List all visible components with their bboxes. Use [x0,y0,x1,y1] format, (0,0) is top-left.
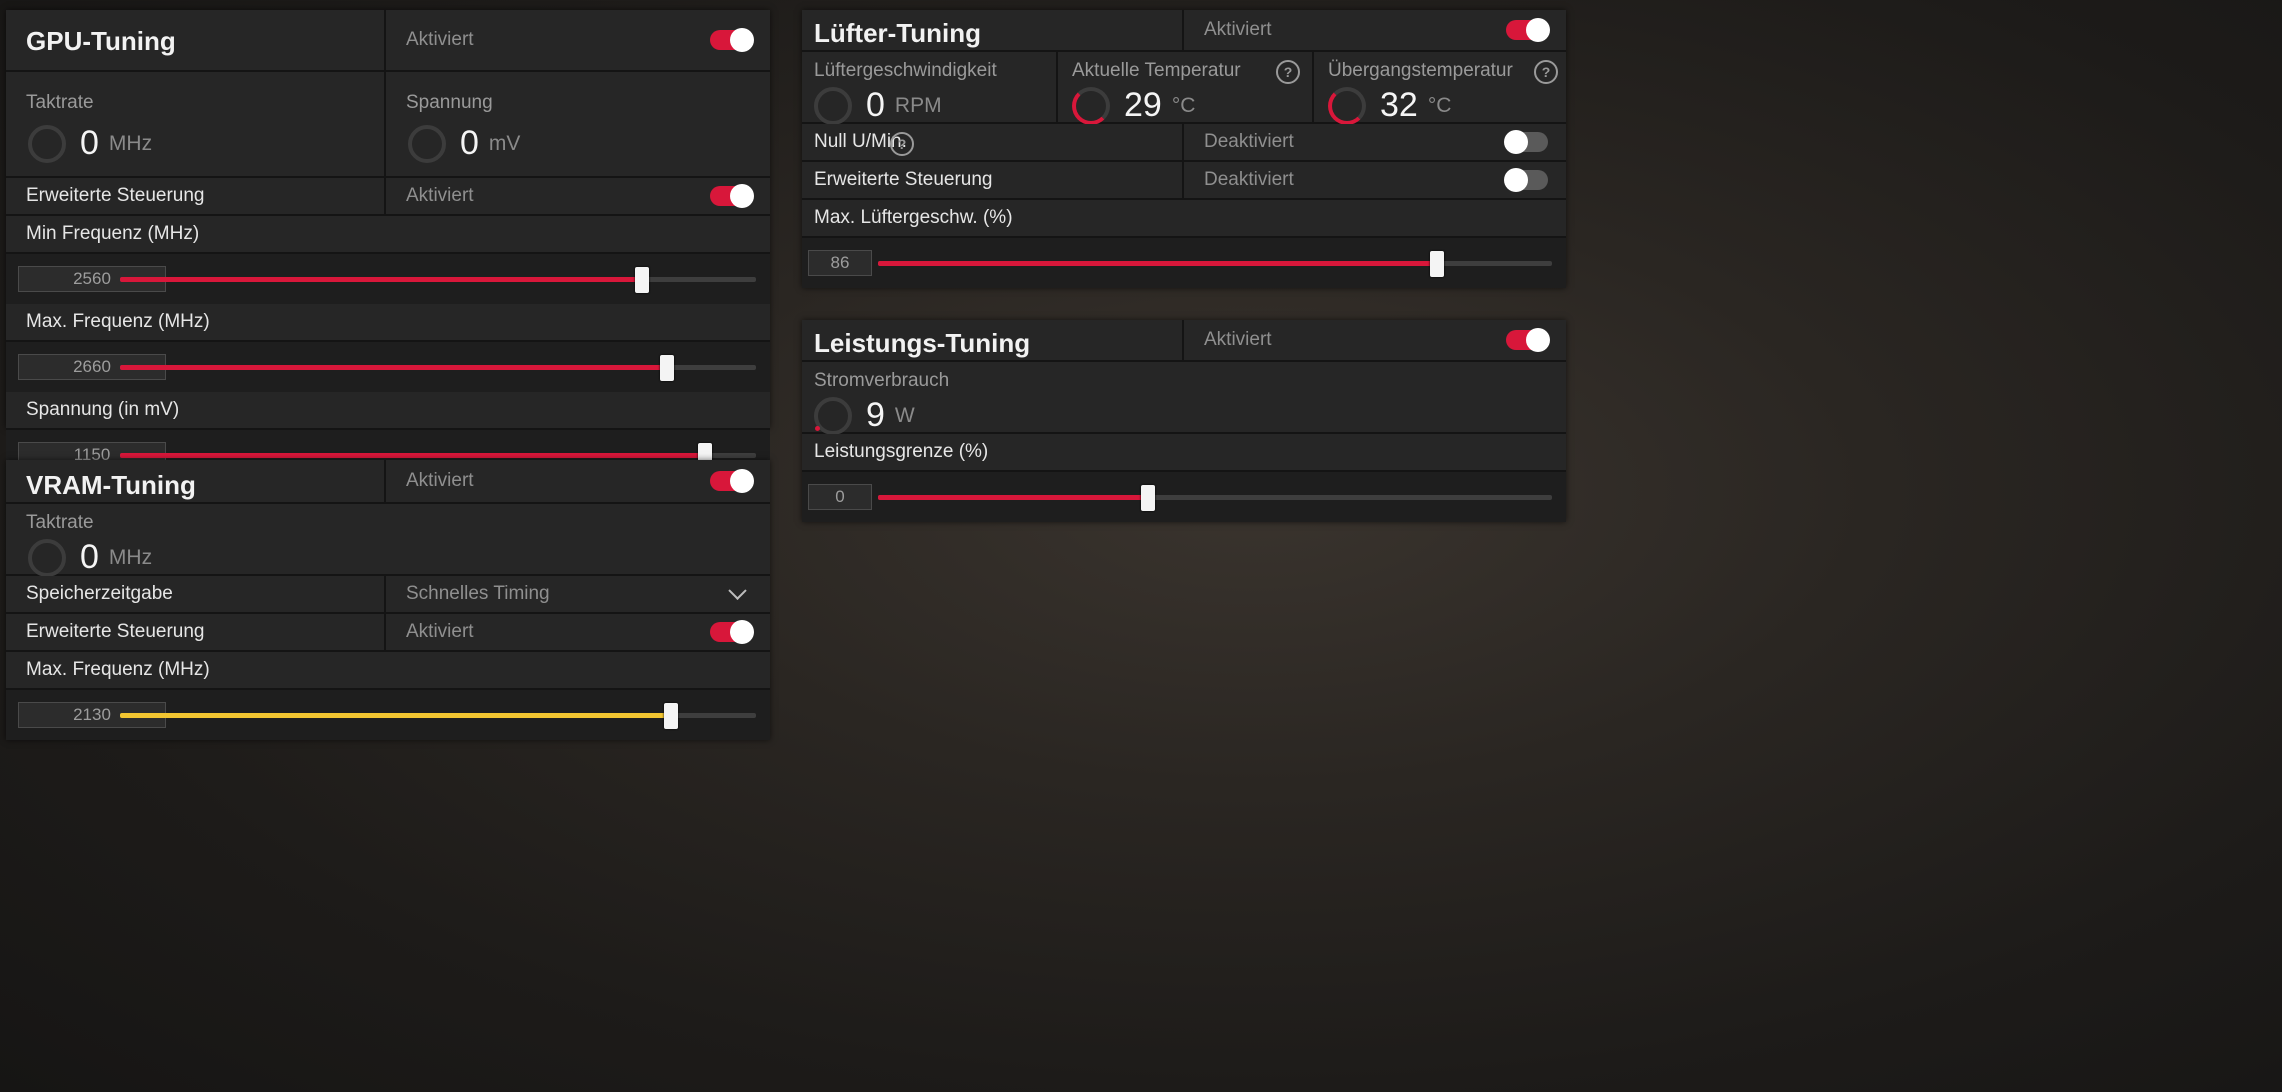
fan-speed-caption: Lüftergeschwindigkeit [814,60,997,81]
power-limit-slider[interactable] [878,484,1552,511]
gauge-icon [1072,86,1110,125]
power-use-caption: Stromverbrauch [814,370,950,391]
fan-max-speed-slider[interactable] [878,250,1552,277]
current-temp-value: 29 [1124,86,1162,124]
gpu-advanced-state: Aktiviert [406,185,474,206]
power-use-unit: W [894,403,915,427]
help-icon[interactable]: ? [890,132,914,156]
chevron-down-icon[interactable] [728,581,747,600]
power-tuning-title: Leistungs-Tuning [814,328,1031,358]
gauge-icon [28,538,66,577]
vram-clock-value: 0 [80,538,99,576]
gpu-voltage-value: 0 [460,124,479,162]
slider-thumb[interactable] [1430,250,1445,277]
vram-clock-caption: Taktrate [26,512,94,533]
gpu-clock-value: 0 [80,124,99,162]
gpu-tuning-state: Aktiviert [406,29,474,50]
vram-max-freq-label: Max. Frequenz (MHz) [26,659,210,680]
vram-tuning-state: Aktiviert [406,470,474,491]
gpu-min-freq-slider[interactable] [120,266,756,293]
gpu-clock-unit: MHz [108,131,153,155]
gauge-icon [814,86,852,125]
help-icon[interactable]: ? [1276,60,1300,84]
vram-timing-value: Schnelles Timing [406,583,550,604]
power-tuning-state: Aktiviert [1204,329,1272,350]
gpu-tuning-toggle[interactable] [710,28,754,52]
gpu-tuning-title: GPU-Tuning [26,26,176,56]
gauge-icon [408,124,446,163]
vram-advanced-toggle[interactable] [710,620,754,644]
power-limit-label: Leistungsgrenze (%) [814,441,989,462]
vram-timing-dropdown[interactable]: Schnelles Timing [384,576,770,612]
slider-thumb[interactable] [1140,484,1155,511]
fan-tuning-title: Lüfter-Tuning [814,18,982,48]
vram-advanced-label: Erweiterte Steuerung [26,621,205,642]
power-tuning-panel: Leistungs-Tuning Aktiviert Stromverbrauc… [802,320,1566,522]
vram-tuning-panel: VRAM-Tuning Aktiviert Taktrate 0 MHz Spei… [6,460,770,740]
gpu-max-freq-label: Max. Frequenz (MHz) [26,311,210,332]
fan-tuning-panel: Lüfter-Tuning Aktiviert Lüftergeschwindi… [802,10,1566,288]
vram-tuning-title: VRAM-Tuning [26,470,196,500]
power-tuning-toggle[interactable] [1506,328,1550,352]
help-icon[interactable]: ? [1534,60,1558,84]
slider-thumb[interactable] [663,702,678,729]
slider-thumb[interactable] [659,354,674,381]
current-temp-caption: Aktuelle Temperatur [1072,60,1241,81]
zero-rpm-toggle[interactable] [1504,130,1548,154]
junction-temp-value: 32 [1380,86,1418,124]
fan-tuning-state: Aktiviert [1204,19,1272,40]
fan-max-speed-input[interactable]: 86 [808,250,872,276]
fan-tuning-toggle[interactable] [1506,18,1550,42]
vram-timing-label: Speicherzeitgabe [26,583,173,604]
fan-advanced-label: Erweiterte Steuerung [814,169,993,190]
gauge-icon [1328,86,1366,125]
vram-tuning-toggle[interactable] [710,469,754,493]
gauge-icon [814,396,852,435]
vram-clock-unit: MHz [108,545,153,569]
fan-advanced-state: Deaktiviert [1204,169,1294,190]
gpu-tuning-panel: GPU-Tuning Aktiviert Taktrate 0 MHz Spann… [6,10,770,480]
gpu-voltage-slider[interactable] [120,442,756,469]
fan-speed-value: 0 [866,86,885,124]
slider-thumb[interactable] [634,266,649,293]
fan-speed-unit: RPM [894,93,942,117]
fan-advanced-toggle[interactable] [1504,168,1548,192]
gpu-max-freq-slider[interactable] [120,354,756,381]
gpu-voltage-caption: Spannung [406,92,493,113]
gauge-icon [28,124,66,163]
gpu-voltage-slider-label: Spannung (in mV) [26,399,180,420]
gpu-voltage-unit: mV [488,131,521,155]
gpu-advanced-label: Erweiterte Steuerung [26,185,205,206]
power-use-value: 9 [866,396,885,434]
vram-advanced-state: Aktiviert [406,621,474,642]
gpu-clock-caption: Taktrate [26,92,94,113]
vram-max-freq-slider[interactable] [120,702,756,729]
fan-max-speed-label: Max. Lüftergeschw. (%) [814,207,1013,228]
zero-rpm-state: Deaktiviert [1204,131,1294,152]
gpu-min-freq-label: Min Frequenz (MHz) [26,223,200,244]
current-temp-unit: °C [1171,93,1196,117]
power-limit-input[interactable]: 0 [808,484,872,510]
junction-temp-unit: °C [1427,93,1452,117]
gpu-advanced-toggle[interactable] [710,184,754,208]
junction-temp-caption: Übergangstemperatur [1328,60,1513,81]
